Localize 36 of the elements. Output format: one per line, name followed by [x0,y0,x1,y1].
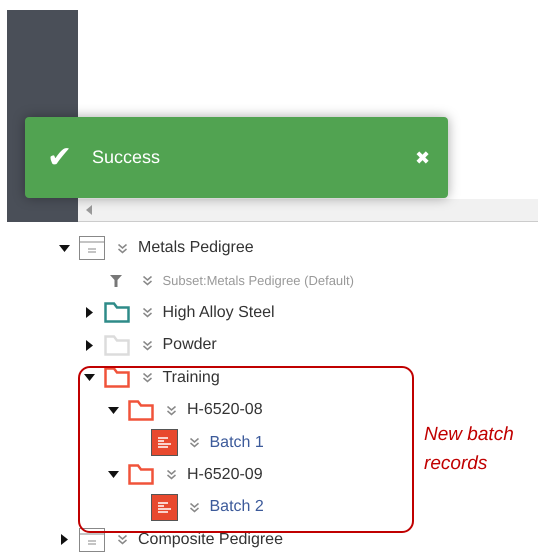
filter-icon [110,274,122,287]
toast-message: Success [92,147,162,168]
record-icon [150,494,178,521]
chevron-icon[interactable] [117,242,128,254]
chevron-icon[interactable] [142,275,152,286]
chevron-icon[interactable] [142,340,152,351]
scroll-left-icon[interactable] [86,205,92,215]
annotation-text: New batch records [424,423,515,476]
check-icon: ✔ [47,142,72,172]
record-icon [150,429,178,456]
tree-item-label[interactable]: Training [162,368,220,387]
table-icon [79,236,105,260]
tree-item-label[interactable]: Composite Pedigree [138,530,283,549]
collapsed-arrow-icon[interactable] [84,340,94,351]
expanded-arrow-icon[interactable] [59,242,70,254]
chevron-icon[interactable] [117,534,128,546]
expanded-arrow-icon[interactable] [108,469,119,480]
chevron-icon[interactable] [166,469,177,480]
collapsed-arrow-icon[interactable] [84,307,94,318]
chevron-icon[interactable] [142,372,152,384]
tree-item-label[interactable]: H-6520-08 [187,401,263,420]
tree-item-label[interactable]: Powder [162,336,217,354]
tree-item-label[interactable]: High Alloy Steel [162,304,275,322]
tree-item-label[interactable]: Metals Pedigree [138,239,254,258]
record-link[interactable]: Batch 2 [210,498,264,516]
collapsed-arrow-icon[interactable] [59,534,70,546]
chevron-icon[interactable] [166,404,177,416]
chevron-icon[interactable] [188,502,200,513]
expanded-arrow-icon[interactable] [108,404,119,416]
chevron-icon[interactable] [188,437,200,448]
chevron-icon[interactable] [142,307,152,318]
table-icon [79,528,105,552]
record-link[interactable]: Batch 1 [210,434,264,452]
tree-item-label[interactable]: H-6520-09 [187,466,263,484]
expanded-arrow-icon[interactable] [84,372,94,384]
horizontal-scrollbar[interactable] [78,199,538,222]
